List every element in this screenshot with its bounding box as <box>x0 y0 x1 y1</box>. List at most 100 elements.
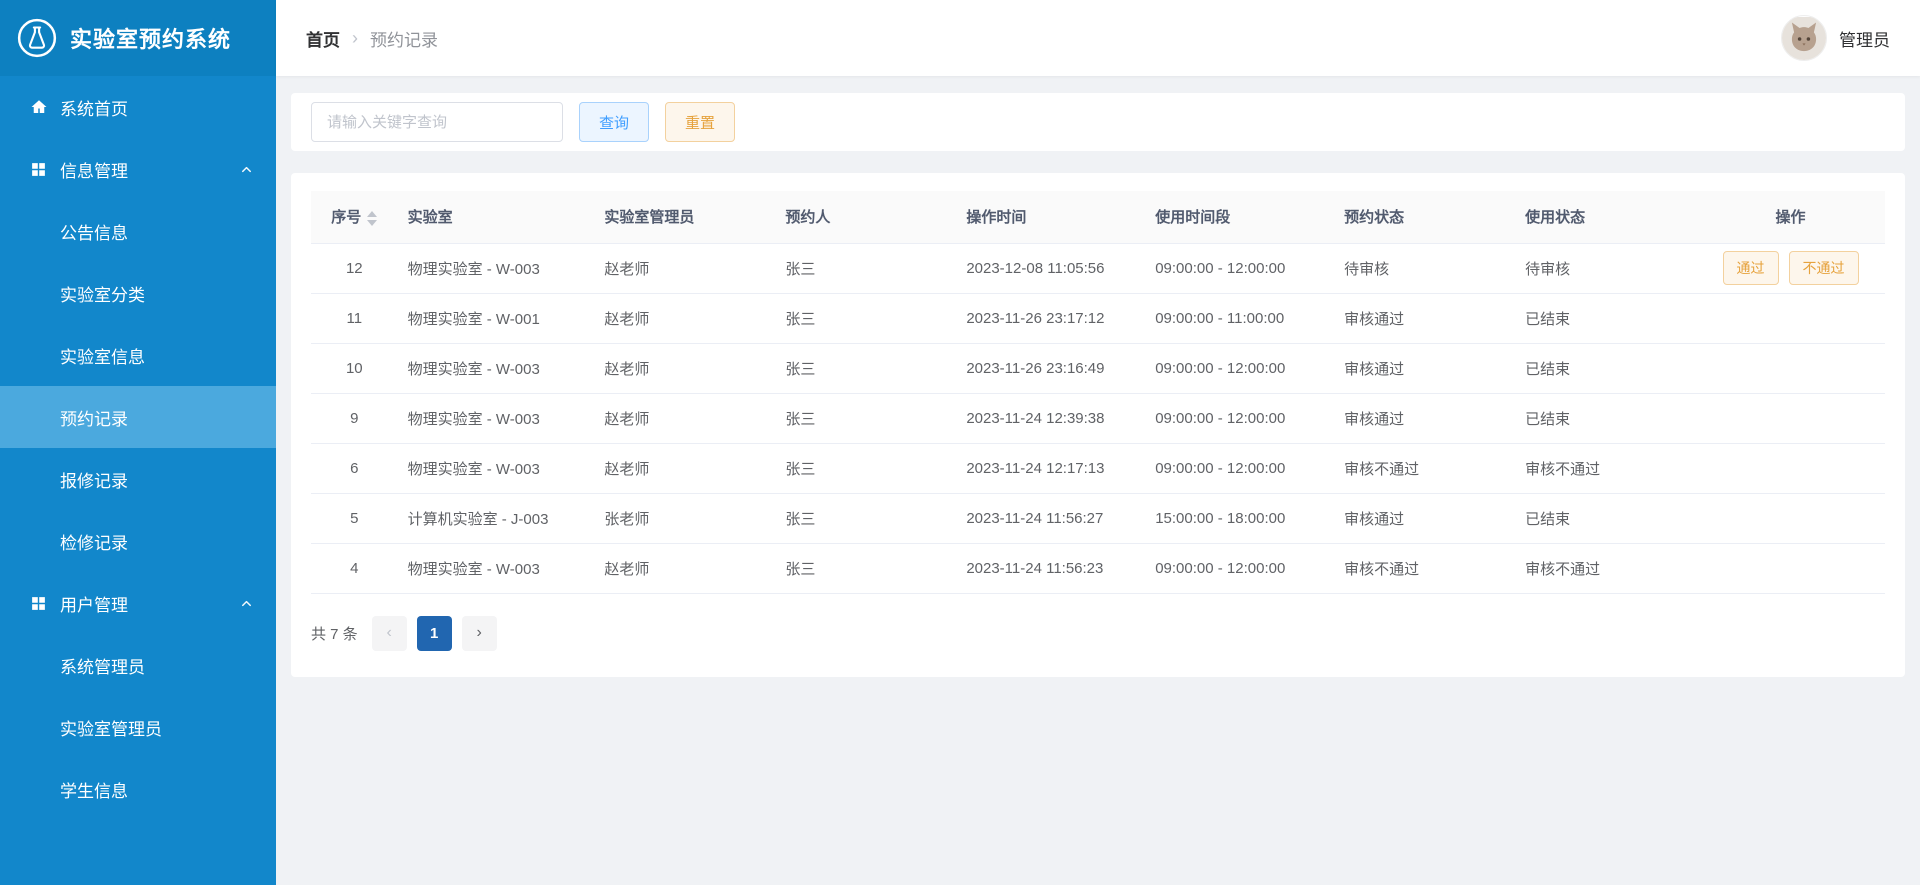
cell-actions <box>1696 393 1885 444</box>
cell-use_status: 审核不通过 <box>1515 443 1697 494</box>
cell-use_period: 15:00:00 - 18:00:00 <box>1145 493 1335 544</box>
cell-op_time: 2023-11-24 11:56:23 <box>956 543 1146 594</box>
column-header-use_status: 使用状态 <box>1515 191 1697 244</box>
records-table: 序号 实验室 实验室管理员 预约人 操作时间 使用时间段 预约状态 使用状态 操作 12 物理实验… <box>311 191 1885 594</box>
sidebar-item-lab-info[interactable]: 实验室信息 <box>0 324 276 386</box>
cell-seq: 5 <box>311 493 398 544</box>
breadcrumb-separator-icon: › <box>352 27 358 48</box>
cell-seq: 12 <box>311 243 398 294</box>
cell-reserver: 张三 <box>775 493 957 544</box>
cell-lab: 物理实验室 - W-003 <box>397 543 595 594</box>
total-count-label: 共 7 条 <box>311 625 358 643</box>
search-input[interactable] <box>311 102 563 142</box>
sidebar-item-label: 用户管理 <box>60 595 128 615</box>
cell-actions <box>1696 493 1885 544</box>
cell-reserver: 张三 <box>775 443 957 494</box>
sidebar-item-user-management[interactable]: 用户管理 <box>0 572 276 634</box>
sidebar-item-lab-categories[interactable]: 实验室分类 <box>0 262 276 324</box>
column-label: 操作时间 <box>966 209 1027 227</box>
column-label: 实验室管理员 <box>604 209 695 227</box>
cell-seq: 11 <box>311 293 398 344</box>
cell-use_period: 09:00:00 - 12:00:00 <box>1145 343 1335 394</box>
sidebar-item-label: 报修记录 <box>60 471 128 491</box>
sidebar-item-info-management[interactable]: 信息管理 <box>0 138 276 200</box>
chevron-up-icon <box>239 162 254 177</box>
home-icon <box>30 98 48 116</box>
cell-lab: 计算机实验室 - J-003 <box>397 493 595 544</box>
column-header-reserver: 预约人 <box>775 191 957 244</box>
query-button[interactable]: 查询 <box>579 102 650 142</box>
sidebar-item-label: 学生信息 <box>60 781 128 801</box>
cell-use_period: 09:00:00 - 11:00:00 <box>1145 293 1335 344</box>
table-row: 4 物理实验室 - W-003 赵老师 张三 2023-11-24 11:56:23 09… <box>311 543 1885 594</box>
cell-approve_status: 审核通过 <box>1334 343 1516 394</box>
cell-manager: 赵老师 <box>594 293 776 344</box>
content-area: 查询 重置 序号实验室实验室管理员预约人操作时间使用时间段预约状态使用状态操作 … <box>276 76 1920 885</box>
sidebar-item-announcements[interactable]: 公告信息 <box>0 200 276 262</box>
table-body: 12 物理实验室 - W-003 赵老师 张三 2023-12-08 11:05:56 0… <box>311 243 1885 594</box>
cell-op_time: 2023-11-24 11:56:27 <box>956 493 1146 544</box>
sidebar-item-system-admins[interactable]: 系统管理员 <box>0 634 276 696</box>
cell-manager: 赵老师 <box>594 243 776 294</box>
cell-op_time: 2023-11-26 23:17:12 <box>956 293 1146 344</box>
cell-actions <box>1696 543 1885 594</box>
cell-actions: 通过 不通过 <box>1696 243 1885 294</box>
prev-page-button[interactable]: ‹ <box>371 615 407 651</box>
next-page-button[interactable]: › <box>461 615 497 651</box>
flask-logo-icon <box>16 17 58 59</box>
cell-use_status: 已结束 <box>1515 343 1697 394</box>
table-row: 12 物理实验室 - W-003 赵老师 张三 2023-12-08 11:05:56 0… <box>311 243 1885 294</box>
sidebar: 实验室预约系统 系统首页 信息管理公告信息实验室分类实验室信息预约记录报修记录检修… <box>0 0 276 885</box>
user-menu[interactable]: 管理员 <box>1781 15 1890 61</box>
sidebar-item-reservation-records[interactable]: 预约记录 <box>0 386 276 448</box>
cell-lab: 物理实验室 - W-001 <box>397 293 595 344</box>
column-header-lab: 实验室 <box>397 191 595 244</box>
cell-manager: 赵老师 <box>594 343 776 394</box>
cell-approve_status: 审核不通过 <box>1334 443 1516 494</box>
sidebar-item-label: 预约记录 <box>60 409 128 429</box>
sidebar-item-maintenance-records[interactable]: 检修记录 <box>0 510 276 572</box>
breadcrumb-home[interactable]: 首页 <box>306 26 340 51</box>
user-name: 管理员 <box>1839 30 1890 50</box>
cell-actions <box>1696 343 1885 394</box>
app-title: 实验室预约系统 <box>70 27 232 52</box>
sidebar-item-label: 实验室分类 <box>60 285 145 305</box>
table-row: 11 物理实验室 - W-001 赵老师 张三 2023-11-26 23:17:12 0… <box>311 293 1885 344</box>
column-header-actions: 操作 <box>1696 191 1885 244</box>
cell-use_status: 已结束 <box>1515 393 1697 444</box>
records-panel: 序号 实验室 实验室管理员 预约人 操作时间 使用时间段 预约状态 使用状态 操作 12 物理实验… <box>291 173 1905 677</box>
cell-reserver: 张三 <box>775 393 957 444</box>
cell-approve_status: 审核通过 <box>1334 393 1516 444</box>
cell-reserver: 张三 <box>775 343 957 394</box>
sidebar-item-lab-admins[interactable]: 实验室管理员 <box>0 696 276 758</box>
cat-avatar[interactable] <box>1781 15 1827 61</box>
cell-approve_status: 待审核 <box>1334 243 1516 294</box>
sidebar-item-label: 公告信息 <box>60 223 128 243</box>
grid-icon <box>30 160 48 178</box>
table-header: 序号 实验室 实验室管理员 预约人 操作时间 使用时间段 预约状态 使用状态 操作 <box>311 191 1885 244</box>
column-header-seq[interactable]: 序号 <box>311 191 398 244</box>
cell-actions <box>1696 293 1885 344</box>
sidebar-item-repair-records[interactable]: 报修记录 <box>0 448 276 510</box>
reject-button[interactable]: 不通过 <box>1788 251 1859 285</box>
sidebar-item-label: 系统管理员 <box>60 657 145 677</box>
cell-lab: 物理实验室 - W-003 <box>397 243 595 294</box>
sidebar-item-label: 实验室管理员 <box>60 719 162 739</box>
cell-use_period: 09:00:00 - 12:00:00 <box>1145 443 1335 494</box>
table-row: 6 物理实验室 - W-003 赵老师 张三 2023-11-24 12:17:13 09… <box>311 443 1885 494</box>
sort-carets-icon[interactable] <box>367 210 378 226</box>
sidebar-item-home[interactable]: 系统首页 <box>0 76 276 138</box>
cell-op_time: 2023-12-08 11:05:56 <box>956 243 1146 294</box>
page-number-button[interactable]: 1 <box>416 615 452 651</box>
column-label: 操作 <box>1775 209 1806 227</box>
cell-use_period: 09:00:00 - 12:00:00 <box>1145 393 1335 444</box>
column-label: 预约人 <box>785 209 831 227</box>
cell-seq: 4 <box>311 543 398 594</box>
sidebar-item-student-info[interactable]: 学生信息 <box>0 758 276 820</box>
table-row: 10 物理实验室 - W-003 赵老师 张三 2023-11-26 23:16:49 0… <box>311 343 1885 394</box>
app-root: 实验室预约系统 系统首页 信息管理 公告信息 实验室分类 实验室信息 预约记录 报修记录 检修… <box>0 0 1920 885</box>
approve-button[interactable]: 通过 <box>1722 251 1779 285</box>
cell-reserver: 张三 <box>775 543 957 594</box>
breadcrumb-current: 预约记录 <box>370 30 438 50</box>
reset-button[interactable]: 重置 <box>665 102 736 142</box>
